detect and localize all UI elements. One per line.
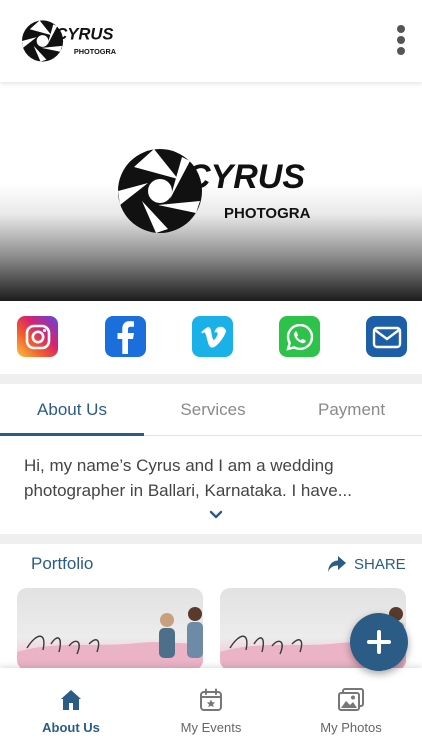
- vimeo-icon[interactable]: [192, 316, 233, 357]
- brand-logo-small: CYRUS DESAI PHOTOGRAPHY: [21, 20, 116, 62]
- bottom-navigation: About Us My Events My Photos: [0, 668, 422, 750]
- mail-icon[interactable]: [366, 316, 407, 357]
- app-screen: CYRUS DESAI PHOTOGRAPHY CYRUS DESAI PHOT…: [0, 0, 422, 750]
- plus-icon: [367, 630, 391, 654]
- app-header: CYRUS DESAI PHOTOGRAPHY: [0, 0, 422, 82]
- nav-label: My Photos: [320, 720, 382, 735]
- svg-text:PHOTOGRAPHY: PHOTOGRAPHY: [74, 47, 116, 56]
- add-button[interactable]: [350, 613, 408, 671]
- profile-tabs: About Us Services Payment: [0, 384, 422, 436]
- overflow-menu-icon[interactable]: [388, 20, 414, 60]
- nav-my-events[interactable]: My Events: [141, 668, 281, 750]
- active-tab-indicator: [0, 433, 144, 436]
- portfolio-title: Portfolio: [31, 554, 94, 573]
- svg-text:CYRUS DESAI: CYRUS DESAI: [186, 158, 310, 196]
- share-button[interactable]: SHARE: [327, 552, 406, 576]
- whatsapp-icon[interactable]: [279, 316, 320, 357]
- share-icon: [328, 556, 346, 572]
- section-divider: [0, 374, 422, 384]
- tab-payment[interactable]: Payment: [288, 384, 422, 436]
- chevron-down-icon[interactable]: [208, 509, 224, 521]
- tab-about-us[interactable]: About Us: [0, 384, 144, 436]
- photos-icon: [338, 688, 364, 711]
- calendar-icon: [200, 688, 222, 711]
- brand-logo-large: CYRUS DESAI PHOTOGRAPHY: [118, 149, 310, 233]
- svg-text:CYRUS DESAI: CYRUS DESAI: [55, 25, 116, 44]
- instagram-icon[interactable]: [17, 316, 58, 357]
- about-section: Hi, my name’s Cyrus and I am a wedding p…: [0, 437, 422, 534]
- tab-services[interactable]: Services: [144, 384, 282, 436]
- svg-text:PHOTOGRAPHY: PHOTOGRAPHY: [224, 205, 310, 222]
- nav-label: My Events: [180, 720, 242, 735]
- cover-banner: CYRUS DESAI PHOTOGRAPHY: [0, 84, 422, 301]
- section-divider: [0, 534, 422, 544]
- home-icon: [61, 690, 81, 710]
- nav-about-us[interactable]: About Us: [1, 668, 141, 750]
- about-text: Hi, my name’s Cyrus and I am a wedding p…: [24, 456, 352, 500]
- share-label: SHARE: [354, 555, 406, 573]
- nav-label: About Us: [42, 720, 100, 735]
- facebook-icon[interactable]: [105, 316, 146, 357]
- portfolio-photo[interactable]: [17, 588, 203, 670]
- social-links: [0, 301, 422, 374]
- nav-my-photos[interactable]: My Photos: [281, 668, 421, 750]
